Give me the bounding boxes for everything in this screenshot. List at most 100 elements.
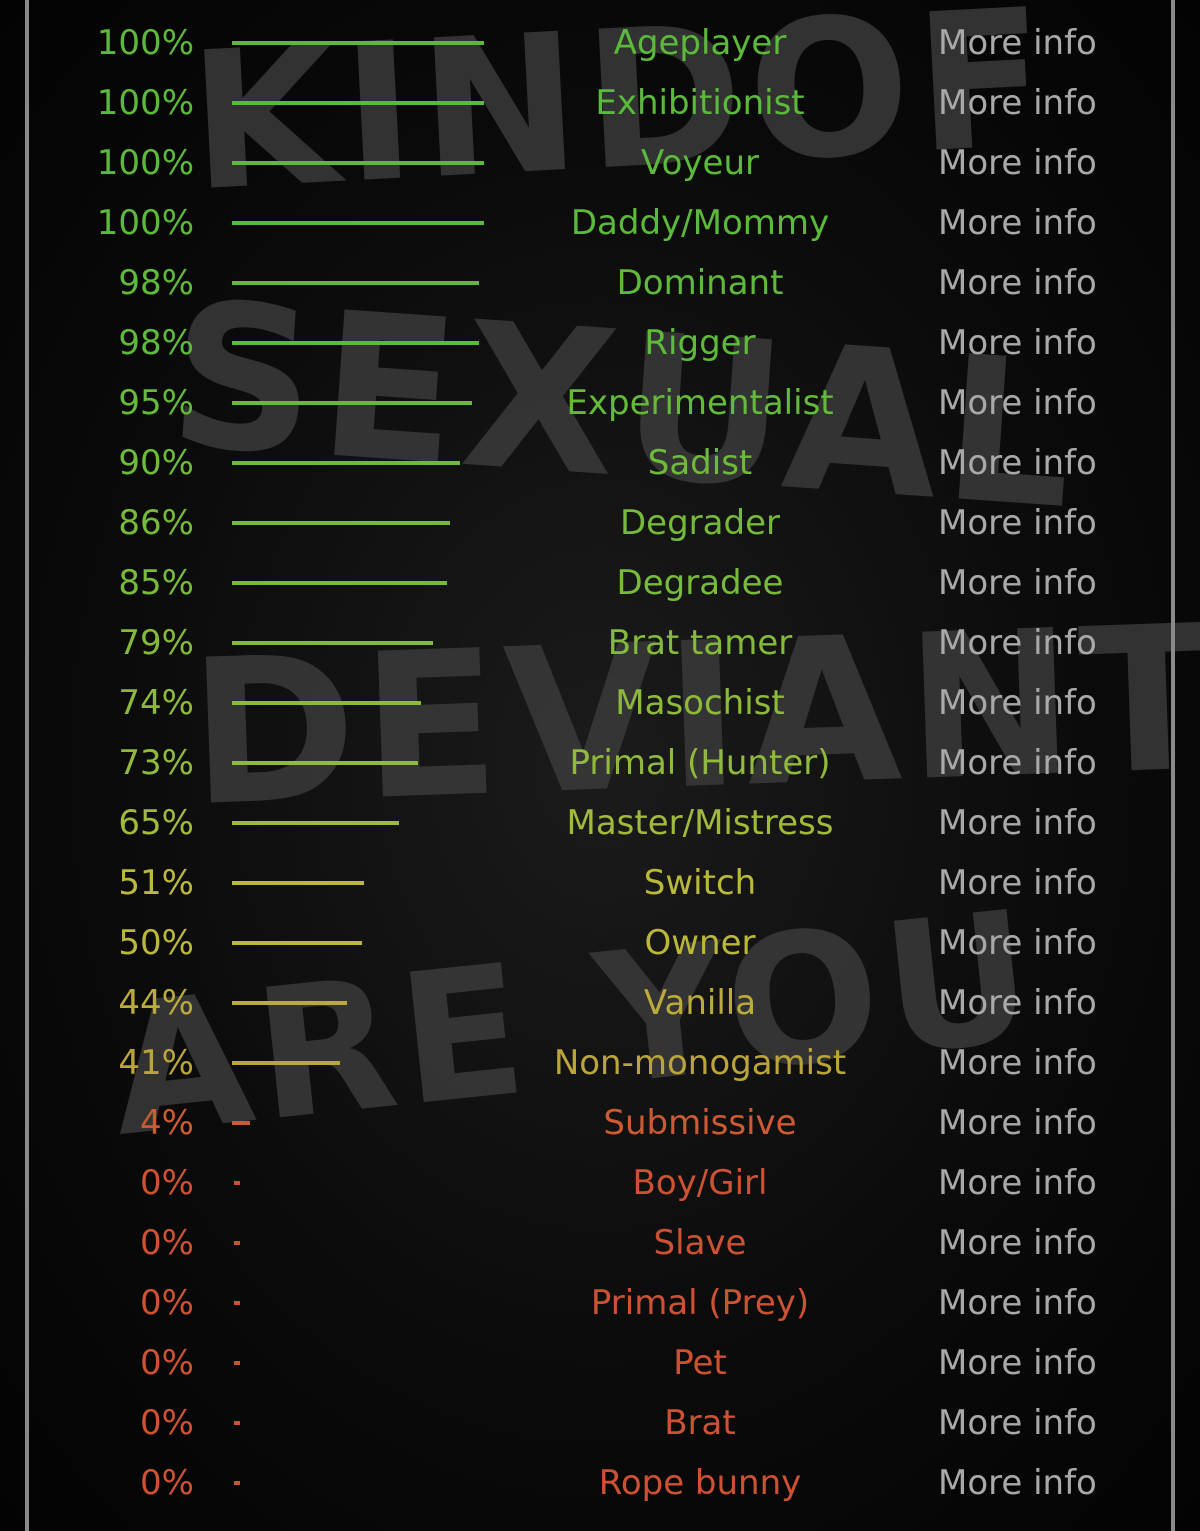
- more-info-link[interactable]: More info: [938, 981, 1097, 1025]
- result-percent: 86%: [118, 503, 194, 543]
- result-percent: 95%: [118, 383, 194, 423]
- more-info-link[interactable]: More info: [938, 141, 1097, 185]
- result-name: Submissive: [603, 1103, 797, 1143]
- result-bar: [234, 1241, 240, 1245]
- result-row: 41% Non-monogamist More info: [0, 1033, 1200, 1093]
- result-name: Rope bunny: [598, 1463, 802, 1503]
- more-info-link[interactable]: More info: [938, 801, 1097, 845]
- more-info-link[interactable]: More info: [938, 1281, 1097, 1325]
- result-bar: [232, 641, 433, 645]
- result-row: 0% Pet More info: [0, 1333, 1200, 1393]
- result-row: 0% Slave More info: [0, 1213, 1200, 1273]
- result-name: Degrader: [620, 503, 780, 543]
- result-bar: [232, 881, 365, 885]
- result-name: Pet: [673, 1343, 727, 1383]
- result-name: Sadist: [647, 443, 753, 483]
- result-row: 0% Boy/Girl More info: [0, 1153, 1200, 1213]
- result-percent: 0%: [140, 1283, 194, 1323]
- more-info-link[interactable]: More info: [938, 1221, 1097, 1265]
- result-name: Voyeur: [641, 143, 759, 183]
- result-percent: 100%: [96, 83, 194, 123]
- more-info-link[interactable]: More info: [938, 501, 1097, 545]
- result-bar: [234, 1421, 240, 1425]
- result-percent: 98%: [118, 323, 194, 363]
- result-bar: [232, 761, 419, 765]
- result-name: Ageplayer: [613, 23, 787, 63]
- result-bar: [232, 1121, 250, 1125]
- result-percent: 51%: [118, 863, 194, 903]
- result-name: Degradee: [616, 563, 784, 603]
- result-bar: [232, 161, 484, 165]
- result-row: 51% Switch More info: [0, 853, 1200, 913]
- result-percent: 4%: [140, 1103, 194, 1143]
- more-info-link[interactable]: More info: [938, 81, 1097, 125]
- result-bar: [232, 341, 480, 345]
- result-percent: 0%: [140, 1223, 194, 1263]
- more-info-link[interactable]: More info: [938, 441, 1097, 485]
- result-name: Master/Mistress: [566, 803, 834, 843]
- result-name: Masochist: [615, 683, 785, 723]
- result-bar: [234, 1181, 240, 1185]
- result-row: 100% Voyeur More info: [0, 133, 1200, 193]
- result-bar: [234, 1481, 240, 1485]
- result-bar: [232, 461, 460, 465]
- more-info-link[interactable]: More info: [938, 1041, 1097, 1085]
- result-name: Slave: [653, 1223, 747, 1263]
- result-name: Brat: [664, 1403, 736, 1443]
- result-name: Primal (Prey): [590, 1283, 810, 1323]
- result-name: Brat tamer: [607, 623, 793, 663]
- result-name: Owner: [644, 923, 756, 963]
- more-info-link[interactable]: More info: [938, 1341, 1097, 1385]
- more-info-link[interactable]: More info: [938, 381, 1097, 425]
- result-percent: 73%: [118, 743, 194, 783]
- result-bar: [234, 1301, 240, 1305]
- result-name: Exhibitionist: [595, 83, 805, 123]
- result-bar: [232, 581, 448, 585]
- result-percent: 100%: [96, 203, 194, 243]
- result-bar: [232, 1061, 341, 1065]
- result-bar: [232, 521, 450, 525]
- result-percent: 65%: [118, 803, 194, 843]
- result-row: 65% Master/Mistress More info: [0, 793, 1200, 853]
- result-percent: 41%: [118, 1043, 194, 1083]
- result-percent: 0%: [140, 1163, 194, 1203]
- result-bar: [232, 281, 480, 285]
- result-row: 85% Degradee More info: [0, 553, 1200, 613]
- result-name: Daddy/Mommy: [570, 203, 830, 243]
- more-info-link[interactable]: More info: [938, 321, 1097, 365]
- more-info-link[interactable]: More info: [938, 861, 1097, 905]
- more-info-link[interactable]: More info: [938, 1401, 1097, 1445]
- more-info-link[interactable]: More info: [938, 561, 1097, 605]
- more-info-link[interactable]: More info: [938, 1461, 1097, 1505]
- result-row: 0% Rope bunny More info: [0, 1453, 1200, 1513]
- result-bar: [232, 701, 421, 705]
- result-row: 0% Primal (Prey) More info: [0, 1273, 1200, 1333]
- result-bar: [232, 221, 484, 225]
- result-bar: [232, 1001, 348, 1005]
- result-percent: 0%: [140, 1463, 194, 1503]
- more-info-link[interactable]: More info: [938, 1161, 1097, 1205]
- result-row: 95% Experimentalist More info: [0, 373, 1200, 433]
- more-info-link[interactable]: More info: [938, 921, 1097, 965]
- result-row: 44% Vanilla More info: [0, 973, 1200, 1033]
- result-row: 0% Brat More info: [0, 1393, 1200, 1453]
- result-percent: 74%: [118, 683, 194, 723]
- result-row: 90% Sadist More info: [0, 433, 1200, 493]
- more-info-link[interactable]: More info: [938, 261, 1097, 305]
- more-info-link[interactable]: More info: [938, 621, 1097, 665]
- results-list: 100% Ageplayer More info 100% Exhibitionist M…: [0, 13, 1200, 1513]
- result-row: 50% Owner More info: [0, 913, 1200, 973]
- result-name: Non-monogamist: [553, 1043, 847, 1083]
- more-info-link[interactable]: More info: [938, 21, 1097, 65]
- result-row: 98% Dominant More info: [0, 253, 1200, 313]
- result-name: Dominant: [616, 263, 784, 303]
- result-bar: [232, 401, 472, 405]
- more-info-link[interactable]: More info: [938, 681, 1097, 725]
- more-info-link[interactable]: More info: [938, 1101, 1097, 1145]
- more-info-link[interactable]: More info: [938, 741, 1097, 785]
- result-row: 100% Ageplayer More info: [0, 13, 1200, 73]
- result-bar: [232, 941, 362, 945]
- result-name: Boy/Girl: [632, 1163, 768, 1203]
- result-name: Experimentalist: [566, 383, 834, 423]
- more-info-link[interactable]: More info: [938, 201, 1097, 245]
